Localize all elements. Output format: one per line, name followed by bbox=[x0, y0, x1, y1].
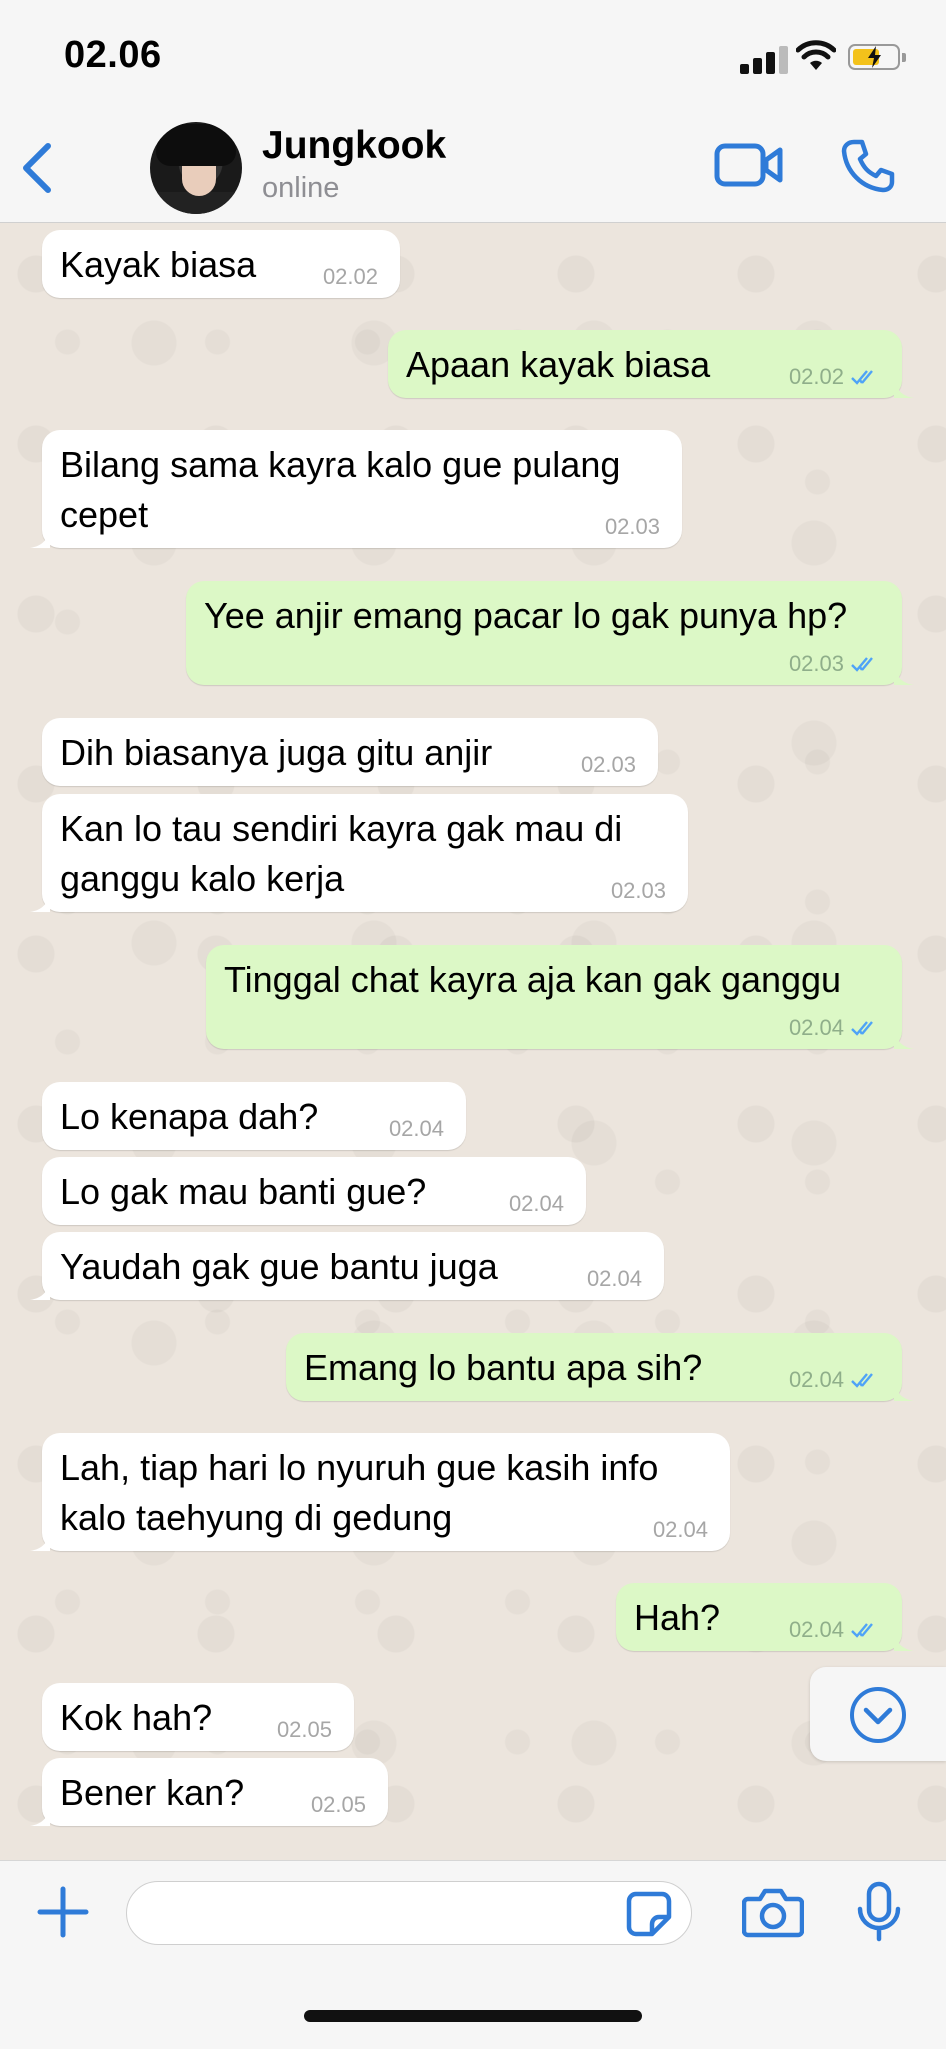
outgoing-message[interactable]: Tinggal chat kayra aja kan gak ganggu 02… bbox=[206, 945, 914, 1049]
message-input[interactable] bbox=[126, 1881, 692, 1945]
message-text: Dih biasanya juga gitu anjir bbox=[60, 732, 493, 773]
incoming-message[interactable]: Lo kenapa dah? 02.04 bbox=[42, 1082, 466, 1150]
message-time: 02.02 bbox=[788, 364, 844, 389]
chevron-down-circle-icon bbox=[850, 1687, 906, 1743]
contact-status: online bbox=[262, 172, 340, 204]
bubble-tail bbox=[30, 528, 50, 548]
chat-header: Jungkook online bbox=[0, 110, 946, 223]
message-time: 02.04 bbox=[788, 1015, 844, 1040]
message-text: Kayak biasa bbox=[60, 244, 257, 285]
message-text: Apaan kayak biasa bbox=[406, 344, 711, 385]
home-indicator[interactable] bbox=[304, 2010, 642, 2022]
scroll-to-bottom-button[interactable] bbox=[810, 1667, 946, 1761]
incoming-message[interactable]: Lo gak mau banti gue? 02.04 bbox=[42, 1157, 586, 1225]
incoming-message[interactable]: Kok hah? 02.05 bbox=[42, 1683, 354, 1751]
message-time: 02.04 bbox=[652, 1517, 708, 1542]
read-ticks-icon bbox=[851, 1623, 873, 1638]
message-text: Kok hah? bbox=[60, 1697, 213, 1738]
message-time: 02.04 bbox=[788, 1617, 844, 1642]
message-line: Lah, tiap hari lo nyuruh gue kasih info bbox=[60, 1447, 659, 1488]
status-bar: 02.06 bbox=[0, 0, 946, 110]
bubble-tail bbox=[30, 1280, 50, 1300]
message-meta: 02.02 bbox=[789, 364, 880, 390]
status-time: 02.06 bbox=[64, 34, 162, 76]
message-meta: 02.04 bbox=[789, 1367, 880, 1393]
read-ticks-icon bbox=[851, 370, 873, 385]
message-line: Bilang sama kayra kalo gue pulang bbox=[60, 444, 621, 485]
bubble-tail bbox=[30, 1531, 50, 1551]
message-line: ganggu kalo kerja bbox=[60, 858, 345, 899]
bubble-tail bbox=[30, 892, 50, 912]
message-text: Yee anjir emang pacar lo gak punya hp? bbox=[204, 595, 848, 636]
message-text: Emang lo bantu apa sih? bbox=[304, 1347, 703, 1388]
message-list[interactable]: Kayak biasa 02.02 Apaan kayak biasa 02.0… bbox=[0, 223, 946, 1860]
message-time: 02.04 bbox=[788, 1367, 844, 1392]
microphone-icon[interactable] bbox=[856, 1881, 902, 1943]
read-ticks-icon bbox=[851, 657, 873, 672]
incoming-message[interactable]: Yaudah gak gue bantu juga 02.04 bbox=[30, 1232, 664, 1300]
message-meta: 02.04 bbox=[789, 1617, 880, 1643]
back-chevron-icon[interactable] bbox=[14, 138, 64, 198]
bubble-tail bbox=[894, 378, 914, 398]
incoming-message[interactable]: Kayak biasa 02.02 bbox=[42, 230, 400, 298]
message-time: 02.05 bbox=[276, 1717, 332, 1742]
bubble-tail bbox=[894, 1381, 914, 1401]
message-time: 02.03 bbox=[610, 878, 666, 903]
incoming-message[interactable]: Kan lo tau sendiri kayra gak mau di gangg… bbox=[30, 794, 688, 912]
message-time: 02.04 bbox=[586, 1266, 642, 1291]
message-text: Hah? bbox=[634, 1597, 721, 1638]
read-ticks-icon bbox=[851, 1373, 873, 1388]
phone-icon[interactable] bbox=[840, 138, 896, 194]
message-text: Yaudah gak gue bantu juga bbox=[60, 1246, 498, 1287]
message-time: 02.04 bbox=[508, 1191, 564, 1216]
cellular-signal-icon bbox=[740, 44, 790, 74]
bubble-tail bbox=[894, 1029, 914, 1049]
message-time: 02.03 bbox=[580, 752, 636, 777]
outgoing-message[interactable]: Yee anjir emang pacar lo gak punya hp? 0… bbox=[186, 581, 914, 685]
message-text: Lah, tiap hari lo nyuruh gue kasih info k… bbox=[60, 1443, 658, 1543]
message-time: 02.04 bbox=[388, 1116, 444, 1141]
incoming-message[interactable]: Bilang sama kayra kalo gue pulang cepet 0… bbox=[30, 430, 682, 548]
message-text: Bener kan? bbox=[60, 1772, 245, 1813]
incoming-message[interactable]: Bener kan? 02.05 bbox=[30, 1758, 388, 1826]
message-line: cepet bbox=[60, 494, 149, 535]
incoming-message[interactable]: Lah, tiap hari lo nyuruh gue kasih info k… bbox=[30, 1433, 730, 1551]
bubble-tail bbox=[894, 665, 914, 685]
message-meta: 02.04 bbox=[789, 1015, 880, 1041]
message-text: Tinggal chat kayra aja kan gak ganggu bbox=[224, 959, 842, 1000]
read-ticks-icon bbox=[851, 1021, 873, 1036]
message-meta: 02.03 bbox=[789, 651, 880, 677]
battery-icon bbox=[848, 44, 906, 70]
message-line: kalo taehyung di gedung bbox=[60, 1497, 453, 1538]
message-line: Kan lo tau sendiri kayra gak mau di bbox=[60, 808, 623, 849]
wifi-icon bbox=[796, 40, 836, 70]
plus-icon[interactable] bbox=[36, 1885, 90, 1939]
message-text: Bilang sama kayra kalo gue pulang cepet bbox=[60, 440, 620, 540]
contact-name[interactable]: Jungkook bbox=[262, 124, 446, 168]
message-time: 02.03 bbox=[604, 514, 660, 539]
outgoing-message[interactable]: Apaan kayak biasa 02.02 bbox=[388, 330, 914, 398]
message-text: Lo gak mau banti gue? bbox=[60, 1171, 427, 1212]
avatar[interactable] bbox=[150, 122, 242, 214]
bubble-tail bbox=[894, 1631, 914, 1651]
outgoing-message[interactable]: Emang lo bantu apa sih? 02.04 bbox=[286, 1333, 914, 1401]
message-time: 02.05 bbox=[310, 1792, 366, 1817]
bubble-tail bbox=[30, 1806, 50, 1826]
camera-icon[interactable] bbox=[742, 1885, 804, 1939]
outgoing-message[interactable]: Hah? 02.04 bbox=[616, 1583, 914, 1651]
message-text: Kan lo tau sendiri kayra gak mau di gangg… bbox=[60, 804, 622, 904]
message-text: Lo kenapa dah? bbox=[60, 1096, 319, 1137]
message-time: 02.02 bbox=[322, 264, 378, 289]
message-time: 02.03 bbox=[788, 651, 844, 676]
incoming-message[interactable]: Dih biasanya juga gitu anjir 02.03 bbox=[42, 718, 658, 786]
video-call-icon[interactable] bbox=[714, 140, 784, 190]
sticker-icon[interactable] bbox=[626, 1891, 672, 1937]
